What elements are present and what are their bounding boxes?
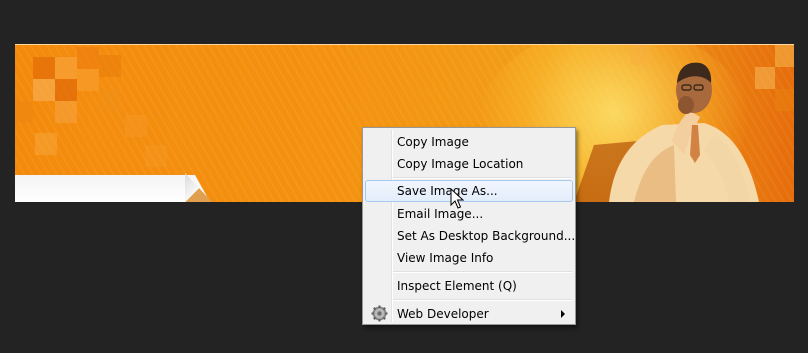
menu-item-label: View Image Info <box>397 251 494 265</box>
menu-item-save-image-as[interactable]: Save Image As... <box>365 180 573 202</box>
menu-separator <box>393 299 572 301</box>
menu-item-label: Copy Image <box>397 135 469 149</box>
menu-item-email-image[interactable]: Email Image... <box>365 203 573 225</box>
menu-separator <box>393 271 572 273</box>
gear-icon <box>371 305 388 322</box>
menu-item-label: Inspect Element (Q) <box>397 279 517 293</box>
menu-item-copy-image-location[interactable]: Copy Image Location <box>365 153 573 175</box>
menu-separator <box>393 177 572 179</box>
paper-strip <box>15 175 210 202</box>
menu-item-view-image-info[interactable]: View Image Info <box>365 247 573 269</box>
menu-item-inspect-element[interactable]: Inspect Element (Q) <box>365 275 573 297</box>
submenu-arrow-icon <box>561 310 565 318</box>
menu-item-label: Set As Desktop Background... <box>397 229 576 243</box>
menu-item-label: Save Image As... <box>397 184 498 198</box>
person-on-phone-icon <box>574 62 759 202</box>
menu-item-label: Web Developer <box>397 307 489 321</box>
mouse-cursor-icon <box>450 188 464 209</box>
menu-item-web-developer[interactable]: Web Developer <box>365 303 573 325</box>
menu-item-copy-image[interactable]: Copy Image <box>365 131 573 153</box>
menu-item-label: Copy Image Location <box>397 157 524 171</box>
menu-item-label: Email Image... <box>397 207 484 221</box>
menu-item-set-desktop-background[interactable]: Set As Desktop Background... <box>365 225 576 247</box>
context-menu: Copy Image Copy Image Location Save Imag… <box>362 127 576 325</box>
